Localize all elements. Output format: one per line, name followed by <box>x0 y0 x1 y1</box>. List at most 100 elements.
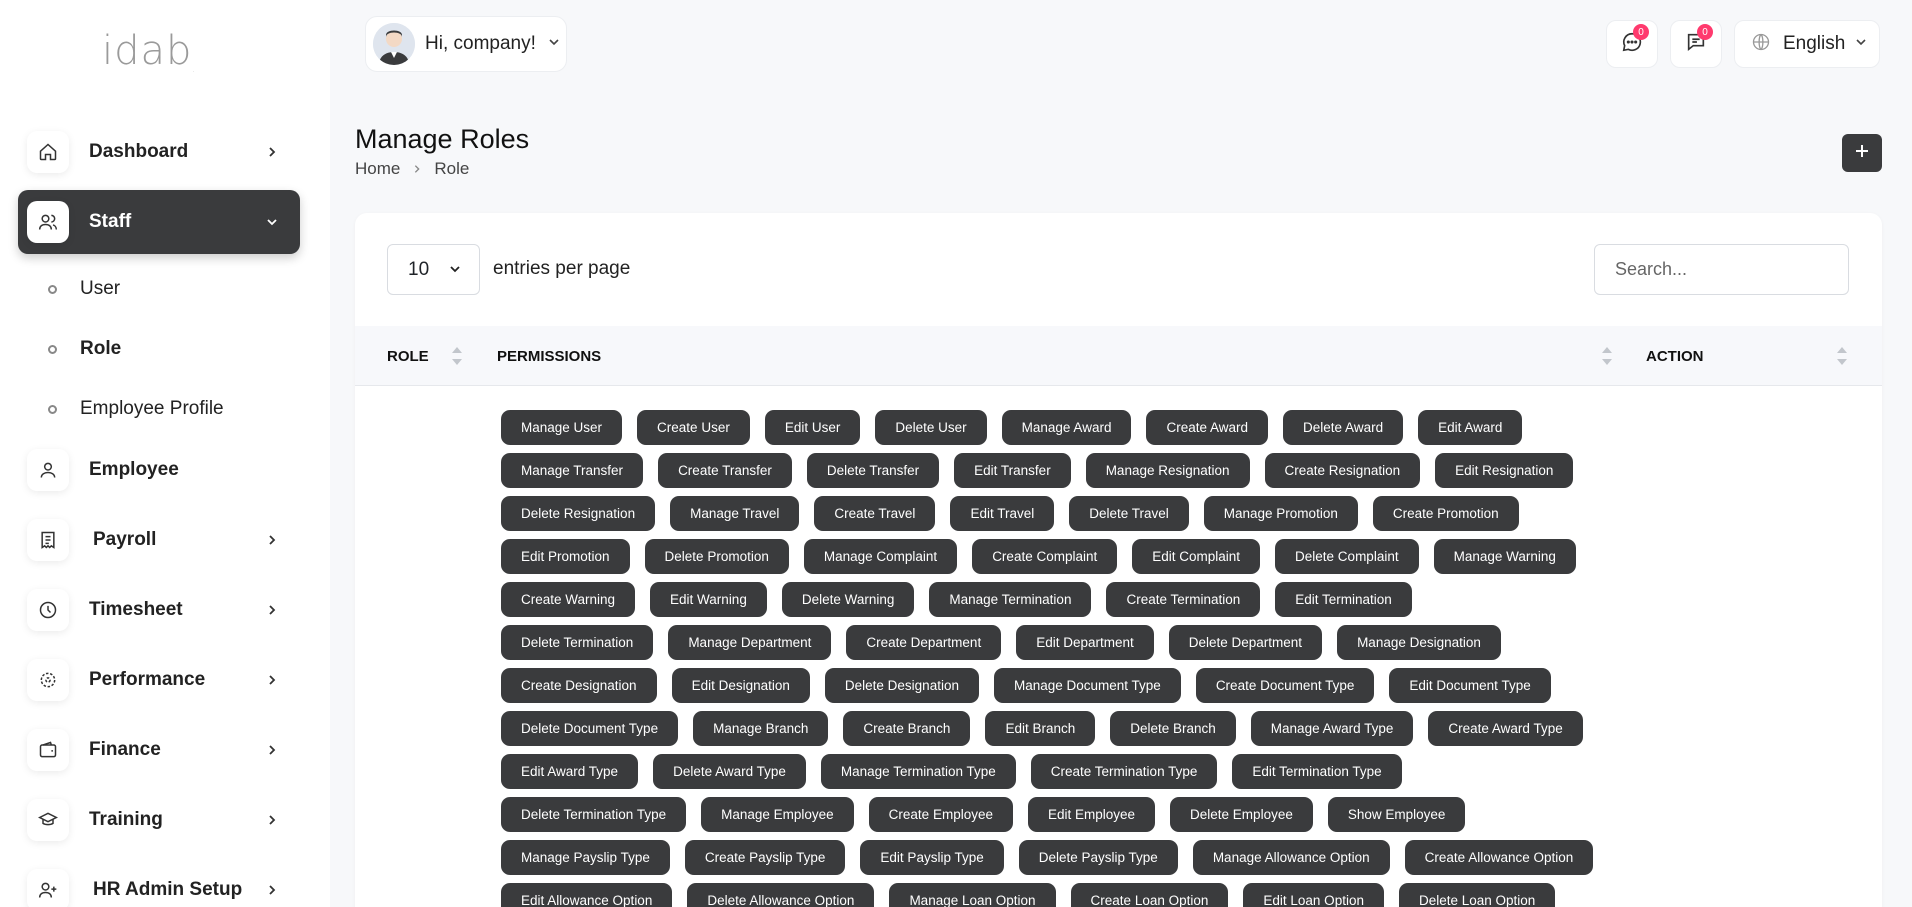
permission-badge: Delete Payslip Type <box>1018 840 1178 875</box>
permission-row: Delete Termination Manage Department Creat… <box>501 625 1641 660</box>
sidebar-item-performance[interactable]: Performance <box>18 648 300 712</box>
permission-badge: Create Promotion <box>1372 496 1519 531</box>
sidebar-subitem-employee-profile[interactable]: Employee Profile <box>48 398 224 420</box>
permission-badge: Delete Branch <box>1110 711 1236 746</box>
user-icon <box>27 449 69 491</box>
permission-badge: Create Employee <box>868 797 1013 832</box>
column-header-permissions[interactable]: PERMISSIONS <box>497 326 601 386</box>
add-role-button[interactable] <box>1842 134 1882 172</box>
permission-badge: Edit Complaint <box>1132 539 1261 574</box>
permission-badge: Manage Award Type <box>1250 711 1414 746</box>
notifications-badge: 0 <box>1697 24 1713 40</box>
permission-badge: Delete Award Type <box>653 754 806 789</box>
chevron-right-icon <box>260 884 284 896</box>
sidebar: idab. Dashboard Staff User Role Employee… <box>0 0 330 907</box>
chevron-right-icon <box>260 534 284 546</box>
permission-badge: Manage Termination <box>929 582 1092 617</box>
sidebar-item-training[interactable]: Training <box>18 788 300 852</box>
permission-badge: Manage Warning <box>1433 539 1576 574</box>
sidebar-subitem-role[interactable]: Role <box>48 338 121 360</box>
permission-badge: Create Resignation <box>1264 453 1421 488</box>
sidebar-subitem-user[interactable]: User <box>48 278 120 300</box>
permission-badge: Edit Warning <box>650 582 767 617</box>
sidebar-item-employee[interactable]: Employee <box>18 438 300 502</box>
permission-badge: Edit Award <box>1418 410 1523 445</box>
user-menu[interactable]: Hi, company! <box>365 16 567 72</box>
column-header-action[interactable]: ACTION <box>1646 326 1704 386</box>
permission-badge: Delete Document Type <box>501 711 679 746</box>
column-header-role[interactable]: ROLE <box>387 326 429 386</box>
permission-badge: Edit Award Type <box>501 754 639 789</box>
sidebar-item-label: Performance <box>89 669 206 690</box>
permission-badge: Manage Department <box>668 625 832 660</box>
sidebar-item-timesheet[interactable]: Timesheet <box>18 578 300 642</box>
permission-badge: Delete Employee <box>1170 797 1313 832</box>
permission-badge: Edit Branch <box>985 711 1096 746</box>
sidebar-item-label: HR Admin Setup <box>93 879 243 900</box>
breadcrumb-home[interactable]: Home <box>355 159 400 179</box>
sort-icon[interactable] <box>1837 347 1847 365</box>
sidebar-item-payroll[interactable]: Payroll <box>18 508 300 572</box>
sort-icon[interactable] <box>452 347 462 365</box>
permission-badge: Create Award <box>1146 410 1269 445</box>
sidebar-item-staff[interactable]: Staff <box>18 190 300 254</box>
entries-per-page-select[interactable]: 10 <box>387 244 480 295</box>
column-header-label: ROLE <box>387 347 429 365</box>
permission-badge: Show Employee <box>1327 797 1466 832</box>
permission-row: Manage Payslip Type Create Payslip Type Ed… <box>501 840 1641 875</box>
brand-logo[interactable]: idab. <box>102 28 196 74</box>
permission-badge: Create Branch <box>843 711 971 746</box>
permission-badge: Delete Termination Type <box>501 797 687 832</box>
sidebar-item-label: Training <box>89 809 163 830</box>
permission-row: Edit Award Type Delete Award Type Manage T… <box>501 754 1641 789</box>
sidebar-item-label: Dashboard <box>89 141 189 162</box>
sidebar-item-finance[interactable]: Finance <box>18 718 300 782</box>
chevron-down-icon <box>548 35 560 53</box>
permission-badge: Create Complaint <box>972 539 1118 574</box>
search-input[interactable] <box>1594 244 1849 295</box>
language-selector[interactable]: English <box>1734 20 1880 68</box>
permission-badge: Delete Allowance Option <box>687 883 875 907</box>
permission-badge: Delete Promotion <box>644 539 789 574</box>
bullet-icon <box>48 344 57 354</box>
sidebar-item-label: Timesheet <box>89 599 183 620</box>
chevron-right-icon <box>260 604 284 616</box>
clock-icon <box>27 589 69 631</box>
roles-card: 10 entries per page ROLE PERMISSIONS ACT… <box>355 213 1882 907</box>
permission-badge: Create Termination Type <box>1030 754 1218 789</box>
permission-badge: Create Travel <box>814 496 936 531</box>
permission-badge: Delete Travel <box>1069 496 1189 531</box>
permission-badge: Create Payslip Type <box>684 840 846 875</box>
notifications-button[interactable]: 0 <box>1670 20 1722 68</box>
globe-icon <box>1751 32 1771 57</box>
entries-per-page-value: 10 <box>408 258 430 280</box>
breadcrumb-current: Role <box>434 159 470 178</box>
permission-badge: Manage Resignation <box>1085 453 1250 488</box>
messages-button[interactable]: 0 <box>1606 20 1658 68</box>
users-icon <box>27 201 69 243</box>
sidebar-item-label: Employee <box>89 459 179 480</box>
sidebar-item-label: Payroll <box>93 529 157 550</box>
column-header-label: ACTION <box>1646 347 1704 365</box>
permission-row: Manage User Create User Edit User Delete Us… <box>501 410 1641 445</box>
permissions-cell: Manage User Create User Edit User Delete Us… <box>501 410 1641 907</box>
user-greeting: Hi, company! <box>425 33 536 54</box>
permission-badge: Manage Allowance Option <box>1192 840 1390 875</box>
messages-badge: 0 <box>1633 24 1649 40</box>
permission-badge: Delete Termination <box>501 625 654 660</box>
permission-badge: Manage Termination Type <box>820 754 1016 789</box>
permission-badge: Edit Allowance Option <box>501 883 673 907</box>
sort-icon[interactable] <box>1602 347 1612 365</box>
permission-badge: Manage Branch <box>693 711 829 746</box>
brand-logo-mark: . <box>192 65 196 74</box>
sidebar-item-hr-admin-setup[interactable]: HR Admin Setup <box>18 858 300 907</box>
permission-badge: Edit Loan Option <box>1243 883 1384 907</box>
permission-row: Create Designation Edit Designation Delete… <box>501 668 1641 703</box>
permission-badge: Manage Transfer <box>501 453 644 488</box>
page-title: Manage Roles <box>355 124 530 154</box>
sidebar-subitem-label: Role <box>80 338 122 359</box>
permission-row: Create Warning Edit Warning Delete Warning… <box>501 582 1641 617</box>
permission-badge: Delete Award <box>1283 410 1404 445</box>
sidebar-item-dashboard[interactable]: Dashboard <box>18 120 300 184</box>
permission-badge: Create Allowance Option <box>1404 840 1594 875</box>
